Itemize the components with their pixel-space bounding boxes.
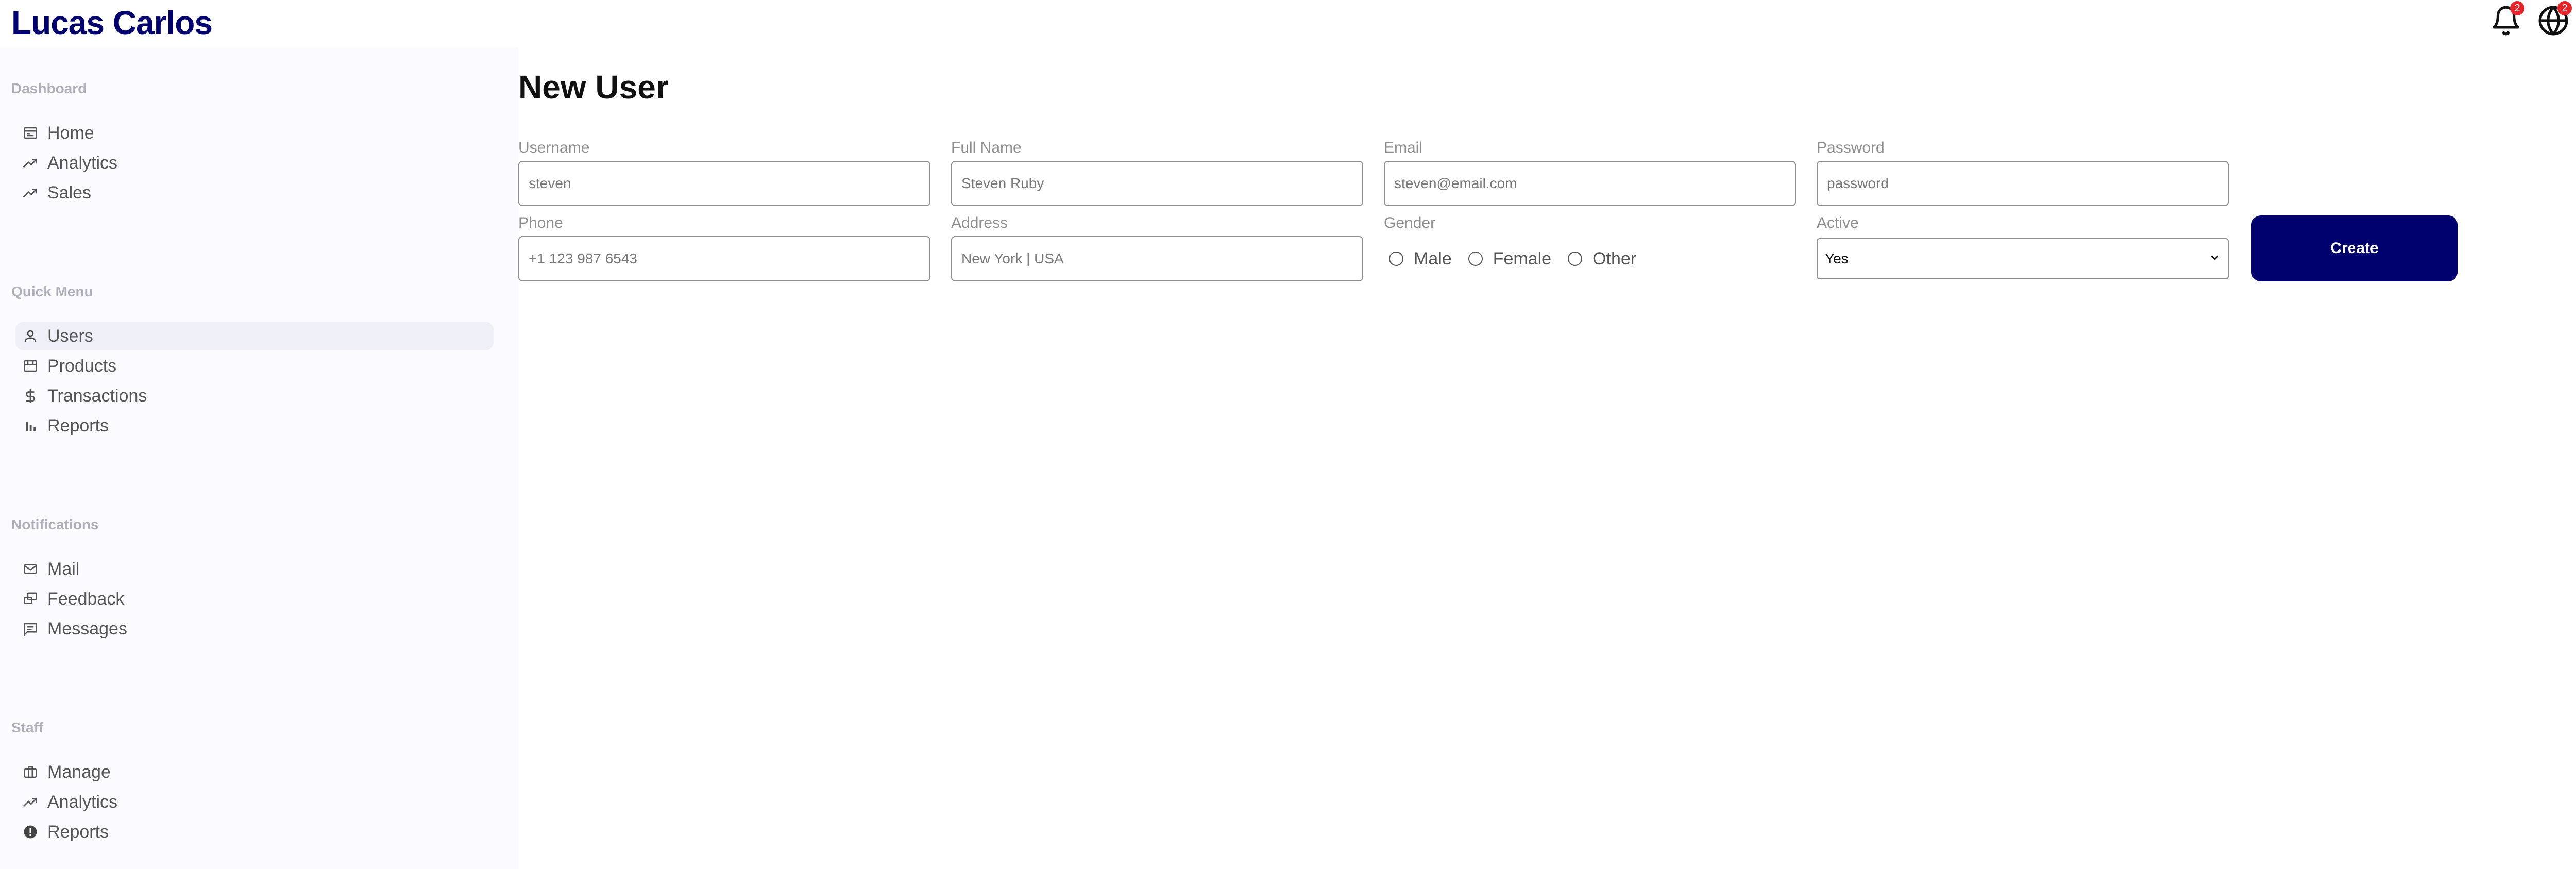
gender-option-other[interactable]: Other: [1568, 249, 1636, 269]
username-label: Username: [518, 139, 590, 156]
sidebar-item-analytics[interactable]: Analytics: [15, 148, 494, 177]
sidebar-item-manage[interactable]: Manage: [15, 758, 494, 787]
sidebar-item-label: Manage: [47, 762, 111, 782]
sidebar-item-reports[interactable]: Reports: [15, 411, 494, 440]
top-bar: Lucas Carlos 2 2: [0, 0, 2576, 47]
section-title-dashboard: Dashboard: [11, 80, 87, 96]
notifications-button[interactable]: 2: [2488, 1, 2524, 38]
password-label: Password: [1817, 139, 1885, 156]
phone-input[interactable]: [518, 236, 930, 281]
section-title-notifications: Notifications: [11, 516, 99, 532]
sidebar-item-label: Products: [47, 356, 117, 376]
gender-radio-group: Male Female Other: [1389, 244, 1653, 273]
radio-label: Female: [1493, 248, 1552, 269]
sidebar-item-label: Users: [47, 326, 93, 346]
brand-logo[interactable]: Lucas Carlos: [11, 3, 213, 42]
sidebar-item-label: Feedback: [47, 589, 125, 609]
sidebar-item-label: Sales: [47, 182, 92, 203]
address-input[interactable]: [951, 236, 1363, 281]
section-title-staff: Staff: [11, 720, 44, 736]
language-button[interactable]: 2: [2536, 1, 2572, 38]
briefcase-icon: [22, 763, 39, 781]
dollar-icon: [22, 387, 39, 405]
fullname-input[interactable]: [951, 161, 1363, 206]
password-input[interactable]: [1817, 161, 2229, 206]
sidebar-item-label: Home: [47, 123, 94, 143]
sidebar-item-label: Reports: [47, 415, 109, 436]
radio-button[interactable]: [1389, 252, 1403, 266]
top-icons: 2 2: [2488, 1, 2576, 39]
sidebar-item-messages[interactable]: Messages: [15, 614, 494, 643]
chevron-down-icon: [2209, 250, 2221, 267]
user-icon: [22, 327, 39, 345]
sidebar-item-home[interactable]: Home: [15, 119, 494, 147]
bar-chart-icon: [22, 417, 39, 434]
sidebar-item-users[interactable]: Users: [15, 322, 494, 350]
active-label: Active: [1817, 214, 1859, 231]
trend-icon: [22, 793, 39, 811]
radio-label: Other: [1592, 248, 1637, 269]
sidebar-item-label: Analytics: [47, 792, 118, 812]
sidebar-item-label: Transactions: [47, 386, 147, 406]
notifications-badge: 2: [2510, 1, 2524, 15]
sidebar-item-transactions[interactable]: Transactions: [15, 381, 494, 410]
storefront-icon: [22, 357, 39, 375]
sidebar-item-mail[interactable]: Mail: [15, 555, 494, 583]
radio-button[interactable]: [1568, 252, 1583, 266]
active-select-value: Yes: [1825, 250, 1849, 266]
fullname-label: Full Name: [951, 139, 1022, 156]
radio-label: Male: [1414, 248, 1452, 269]
active-select[interactable]: Yes: [1817, 238, 2229, 279]
phone-label: Phone: [518, 214, 563, 231]
sidebar-item-feedback[interactable]: Feedback: [15, 584, 494, 613]
trend-icon: [22, 154, 39, 172]
feedback-icon: [22, 590, 39, 608]
email-input[interactable]: [1384, 161, 1796, 206]
page-title: New User: [518, 69, 669, 106]
address-label: Address: [951, 214, 1008, 231]
language-badge: 2: [2557, 1, 2572, 15]
section-title-quick-menu: Quick Menu: [11, 283, 93, 299]
sidebar-item-staff-reports[interactable]: Reports: [15, 817, 494, 846]
sidebar-item-staff-analytics[interactable]: Analytics: [15, 788, 494, 816]
username-input[interactable]: [518, 161, 930, 206]
sidebar-item-sales[interactable]: Sales: [15, 178, 494, 207]
sidebar-item-label: Reports: [47, 822, 109, 842]
sidebar-item-label: Messages: [47, 619, 127, 639]
gender-option-female[interactable]: Female: [1468, 249, 1551, 269]
sidebar-item-label: Analytics: [47, 153, 118, 173]
home-icon: [22, 124, 39, 142]
report-icon: [22, 823, 39, 841]
email-label: Email: [1384, 139, 1423, 156]
sidebar-item-products[interactable]: Products: [15, 352, 494, 380]
create-button[interactable]: Create: [2251, 215, 2458, 281]
radio-button[interactable]: [1468, 252, 1483, 266]
trend-icon: [22, 184, 39, 202]
message-icon: [22, 620, 39, 638]
gender-option-male[interactable]: Male: [1389, 249, 1452, 269]
sidebar-item-label: Mail: [47, 559, 80, 579]
mail-icon: [22, 560, 39, 578]
gender-label: Gender: [1384, 214, 1436, 231]
